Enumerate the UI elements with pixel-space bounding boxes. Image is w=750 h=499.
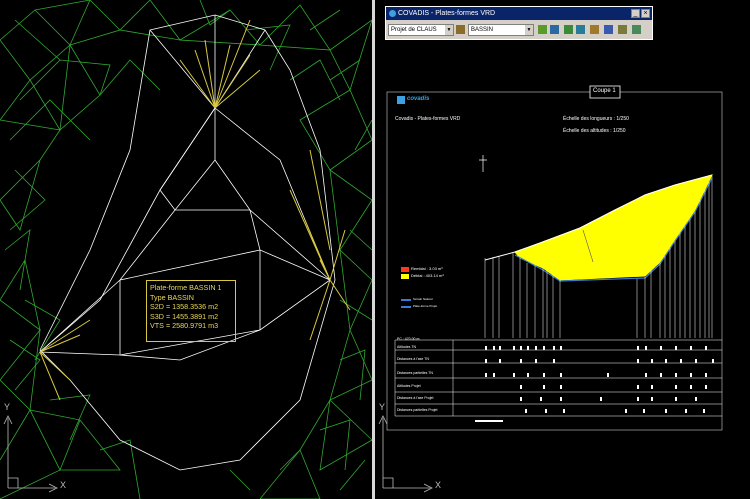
legend-remblai: Remblai : 3.03 m³ [411,266,443,271]
line-swatch-tn [401,299,411,301]
remblai-swatch [401,267,409,272]
info-type: Type BASSIN [150,292,194,302]
legend-terrain: Terrain Naturel [413,297,433,301]
drawing-viewport-plan[interactable]: Plate-forme BASSIN 1 Type BASSIN S2D = 1… [0,0,372,499]
scale-heights: Échelle des altitudes : 1/250 [563,128,626,134]
deblai-fill-area [514,174,713,281]
ucs-y-label: Y [4,402,11,412]
drawing-viewport-section[interactable]: COVADIS - Plates-formes VRD _ × Projet d… [375,0,750,499]
platform-outline-white [38,14,336,471]
deblai-swatch [401,274,409,279]
ucs-x-label: X [60,480,67,490]
row-label-1: Distances à l'axe TN [397,357,429,361]
scale-lengths: Échelle des longueurs : 1/250 [563,116,629,122]
row-label-5: Distances partielles Projet [397,408,438,412]
pc-label: PC : 470.00 m [397,337,420,341]
ucs-y-label-right: Y [379,402,386,412]
legend-project: Plate-forme Projet [413,304,438,308]
info-title: Plate-forme BASSIN 1 [150,283,222,292]
line-swatch-project [401,306,411,308]
ucs-icon-left [3,415,58,493]
platform-info-box: Plate-forme BASSIN 1 Type BASSIN S2D = 1… [146,280,236,342]
row-label-4: Distances à l'axe Projet [397,396,434,400]
scale-bar [475,420,503,422]
info-s2d: S2D = 1358.3536 m2 [150,302,219,312]
data-table-values [475,346,714,422]
section-title: Coupe 1 [593,88,616,94]
row-label-0: Altitudes TN [397,345,416,349]
info-s3d: S3D = 1455.3891 m2 [150,311,219,321]
section-drawing [378,85,723,493]
covadis-logo-mark [397,96,405,104]
ucs-x-label-right: X [435,480,442,490]
row-label-2: Distances partielles TN [397,371,433,375]
crosshair-cursor [479,155,487,172]
legend-deblai: Déblai : 403.14 m³ [411,273,444,278]
row-label-3: Altitudes Projet [397,384,421,388]
tin-mesh-drawing [0,0,372,499]
covadis-logo-text: covadis [407,96,430,102]
company-name: Covadis - Plates-formes VRD [395,116,461,122]
data-table-grid [394,339,722,417]
info-vts: VTS = 2580.9791 m3 [150,321,219,331]
